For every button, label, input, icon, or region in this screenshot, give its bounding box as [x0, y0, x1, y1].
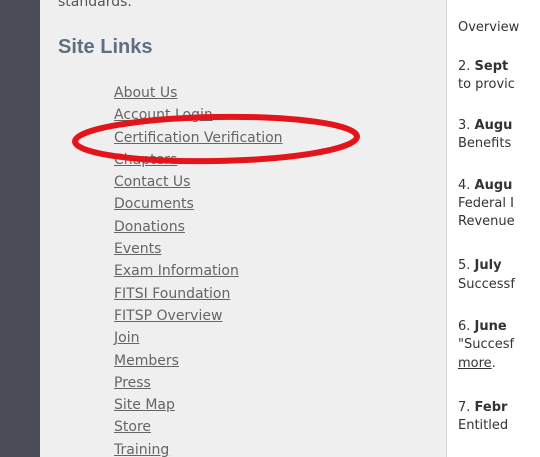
news-item-2-text: to provic [458, 77, 515, 92]
list-item: Certification Verification [114, 128, 283, 150]
list-item: Chapters [114, 150, 283, 172]
news-item-number: 2. [458, 59, 471, 74]
news-item-1-text: Overview [458, 20, 520, 35]
list-item: About Us [114, 83, 283, 105]
link-events[interactable]: Events [114, 241, 161, 257]
link-fitsp-overview[interactable]: FITSP Overview [114, 308, 222, 324]
list-item: Events [114, 239, 283, 261]
news-item-6-heading: 6. June [458, 318, 507, 336]
news-item-4-heading: 4. Augu [458, 177, 512, 195]
news-item-date: Augu [474, 118, 513, 133]
list-item: FITSP Overview [114, 306, 283, 328]
news-item-3-heading: 3. Augu [458, 117, 512, 135]
list-item: Donations [114, 217, 283, 239]
link-contact-us[interactable]: Contact Us [114, 174, 190, 190]
news-item-6-more: more. [458, 355, 496, 373]
news-item-number: 3. [458, 118, 471, 133]
list-item: Store [114, 417, 283, 439]
list-item: Documents [114, 194, 283, 216]
link-chapters[interactable]: Chapters [114, 152, 177, 168]
list-item: Site Map [114, 395, 283, 417]
news-item-7-text: Entitled [458, 418, 509, 433]
link-store[interactable]: Store [114, 419, 151, 435]
news-item-number: 6. [458, 319, 471, 334]
link-about-us[interactable]: About Us [114, 85, 177, 101]
link-site-map[interactable]: Site Map [114, 397, 175, 413]
news-item-4-text: Federal I [458, 196, 514, 211]
list-item: Join [114, 328, 283, 350]
link-account-login[interactable]: Account Login [114, 107, 213, 123]
news-item-3-text: Benefits [458, 136, 512, 151]
news-item-5-heading: 5. July [458, 257, 502, 275]
list-item: Members [114, 351, 283, 373]
news-item-date: Febr [474, 400, 508, 415]
news-item-number: 7. [458, 400, 471, 415]
news-item-date: July [474, 258, 502, 273]
left-sidebar-bar [0, 0, 40, 457]
link-exam-information[interactable]: Exam Information [114, 263, 239, 279]
list-item: Account Login [114, 105, 283, 127]
link-donations[interactable]: Donations [114, 219, 185, 235]
news-item-6-text: "Succesf [458, 337, 515, 352]
link-fitsi-foundation[interactable]: FITSI Foundation [114, 286, 230, 302]
more-link[interactable]: more [458, 356, 492, 371]
list-item: Training [114, 440, 283, 457]
link-documents[interactable]: Documents [114, 196, 194, 212]
link-certification-verification[interactable]: Certification Verification [114, 130, 283, 146]
link-press[interactable]: Press [114, 375, 151, 391]
more-period: . [491, 356, 496, 371]
link-members[interactable]: Members [114, 353, 179, 369]
news-item-7-heading: 7. Febr [458, 399, 507, 417]
news-item-number: 4. [458, 178, 471, 193]
list-item: Press [114, 373, 283, 395]
link-training[interactable]: Training [114, 442, 169, 457]
link-join[interactable]: Join [114, 330, 139, 346]
news-item-4-text-2: Revenue [458, 214, 515, 229]
list-item: FITSI Foundation [114, 284, 283, 306]
news-item-5-text: Successf [458, 277, 515, 292]
site-links-list: About Us Account Login Certification Ver… [114, 83, 283, 457]
standards-text: standards. [58, 0, 132, 10]
news-item-2-heading: 2. Sept [458, 58, 508, 76]
news-item-date: Augu [474, 178, 513, 193]
site-links-heading: Site Links [58, 36, 153, 58]
news-item-number: 5. [458, 258, 471, 273]
list-item: Contact Us [114, 172, 283, 194]
news-panel: Overview 2. Sept to provic 3. Augu Benef… [447, 0, 540, 457]
list-item: Exam Information [114, 261, 283, 283]
news-item-date: Sept [474, 59, 509, 74]
news-item-date: June [474, 319, 507, 334]
site-links-panel: standards. Site Links About Us Account L… [40, 0, 446, 457]
